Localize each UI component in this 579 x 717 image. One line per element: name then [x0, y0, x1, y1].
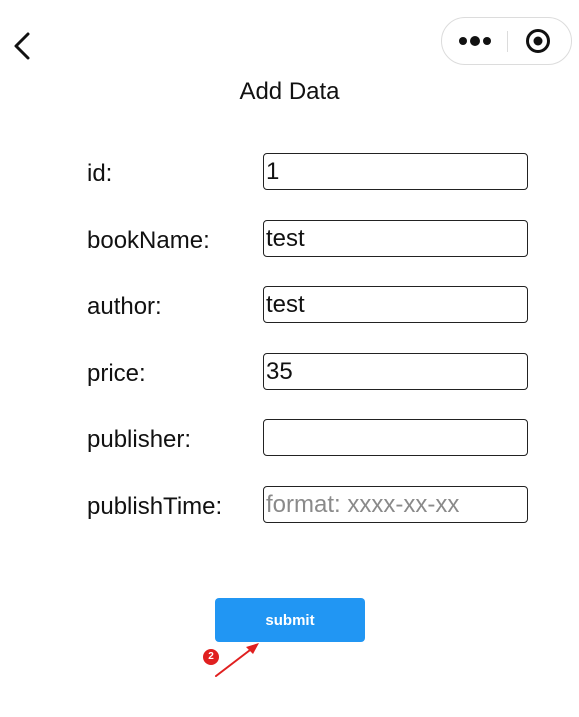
publisher-label: publisher: — [87, 426, 192, 453]
annotation-arrow-icon — [215, 643, 259, 677]
close-mini-program-button[interactable] — [520, 26, 556, 56]
capsule-divider — [507, 31, 508, 52]
form-row-bookname: bookName: — [0, 220, 579, 260]
author-input[interactable] — [263, 286, 528, 323]
add-data-page: Add Data id: bookName: author: price: pu… — [0, 0, 579, 717]
bookname-input[interactable] — [263, 220, 528, 257]
page-title: Add Data — [239, 78, 340, 105]
back-button[interactable] — [8, 28, 36, 64]
submit-button[interactable]: submit — [215, 598, 365, 642]
mini-program-capsule — [441, 17, 572, 65]
more-dots-icon — [459, 36, 491, 46]
id-input[interactable] — [263, 153, 528, 190]
form-row-id: id: — [0, 153, 579, 193]
more-button[interactable] — [450, 26, 500, 56]
id-label: id: — [87, 160, 113, 187]
author-label: author: — [87, 293, 162, 320]
chevron-left-icon — [14, 32, 30, 60]
publishtime-label: publishTime: — [87, 493, 223, 520]
form-row-publishtime: publishTime: — [0, 486, 579, 526]
form-row-publisher: publisher: — [0, 419, 579, 459]
form-row-price: price: — [0, 353, 579, 393]
publisher-input[interactable] — [263, 419, 528, 456]
annotation-badge: 2 — [203, 649, 219, 665]
price-input[interactable] — [263, 353, 528, 390]
form-row-author: author: — [0, 286, 579, 326]
publishtime-input[interactable] — [263, 486, 528, 523]
record-circle-icon — [526, 29, 550, 53]
price-label: price: — [87, 360, 146, 387]
bookname-label: bookName: — [87, 227, 210, 254]
